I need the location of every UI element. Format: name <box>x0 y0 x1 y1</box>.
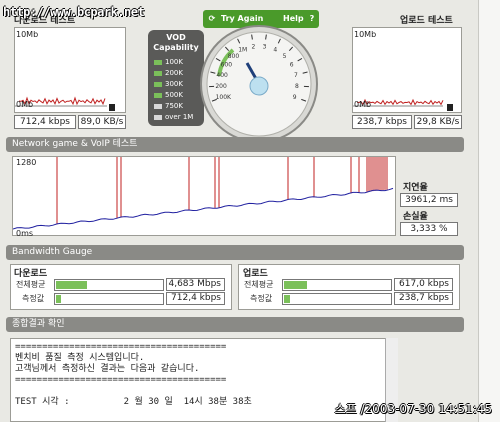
download-kbs-value: 89,0 KB/s <box>78 115 126 129</box>
download-ymin: 0Mb <box>16 100 34 109</box>
ul-avg-fill <box>284 281 307 289</box>
upload-kbs-value: 29,8 KB/s <box>414 115 462 129</box>
dial-tick-label: 200 <box>215 83 227 90</box>
vod-level-indicator <box>154 70 162 76</box>
vod-level-0: 100K <box>154 58 183 67</box>
vod-level-label: over 1M <box>165 113 194 121</box>
vod-level-indicator <box>154 59 162 65</box>
upload-test-header: 업로드 테스트 <box>400 16 453 26</box>
vod-level-label: 100K <box>165 58 183 66</box>
ul-avg-meter <box>282 279 392 291</box>
ul-meas-label: 측정값 <box>250 294 273 303</box>
download-ymax: 10Mb <box>16 30 39 39</box>
upload-ymax: 10Mb <box>354 30 377 39</box>
network-ymax: 1280 <box>16 158 37 167</box>
dl-avg-label: 전체평균 <box>16 280 46 289</box>
result-section-header: 종합결과 확인 <box>6 317 464 332</box>
speed-dial-svg: 100K 200 400 600 8001M 2 3 4567 8 9 <box>200 25 318 143</box>
vod-level-indicator <box>154 103 162 109</box>
dial-tick-label: 4 <box>273 47 277 54</box>
network-graph <box>12 156 396 236</box>
dl-meas-fill <box>56 295 62 303</box>
vod-level-1: 200K <box>154 69 183 78</box>
watermark-url: http://www.bcpark.net <box>3 5 145 19</box>
network-ymin: 0ms <box>16 229 34 238</box>
vod-level-label: 500K <box>165 91 183 99</box>
network-graph-svg <box>12 157 394 230</box>
dial-tick-label: 100K <box>216 94 232 101</box>
dl-avg-fill <box>56 281 88 289</box>
dl-meas-value: 712,4 kbps <box>166 292 225 305</box>
dial-tick-label: 8 <box>295 83 299 90</box>
bandwidth-section-header: Bandwidth Gauge <box>6 245 464 260</box>
ul-avg-label: 전체평균 <box>244 280 274 289</box>
ul-meas-value: 238,7 kbps <box>394 292 453 305</box>
timestamp-overlay: 스프 /2003-07-30 14:51:45 <box>334 402 492 416</box>
ul-avg-value: 617,0 kbps <box>394 278 453 291</box>
vod-level-indicator <box>154 81 162 87</box>
upload-ymin: 0Mb <box>354 100 372 109</box>
dl-avg-meter <box>54 279 164 291</box>
vod-level-label: 200K <box>165 69 183 77</box>
ul-meas-meter <box>282 293 392 305</box>
upload-kbps-value: 238,7 kbps <box>352 115 412 129</box>
speed-dial: 100K 200 400 600 800 1M 2 3 4 5 6 7 8 9 <box>197 6 322 144</box>
dl-avg-value: 4,683 Mbps <box>166 278 225 291</box>
dial-tick-label: 9 <box>293 94 297 101</box>
bw-download-label: 다운로드 <box>14 269 48 279</box>
vod-level-indicator <box>154 114 162 120</box>
loss-label: 손실율 <box>403 212 428 222</box>
vod-level-3: 500K <box>154 91 183 100</box>
dial-tick-label: 7 <box>294 72 298 79</box>
loss-value: 3,333 % <box>400 222 458 236</box>
network-section-header: Network game & VoIP 테스트 <box>6 137 464 152</box>
dial-tick-label: 800 <box>228 53 240 60</box>
page-scrollbar[interactable] <box>478 0 500 422</box>
vod-level-label: 300K <box>165 80 183 88</box>
bw-upload-label: 업로드 <box>243 269 268 279</box>
dl-meas-label: 측정값 <box>22 294 45 303</box>
latency-value: 3961,2 ms <box>400 193 458 207</box>
vod-level-4: 750K <box>154 102 183 111</box>
latency-label: 지연율 <box>403 183 428 193</box>
vod-title: VOD Capability <box>153 33 199 52</box>
ul-meas-fill <box>284 295 291 303</box>
dl-meas-meter <box>54 293 164 305</box>
vod-level-label: 750K <box>165 102 183 110</box>
dial-tick-label: 6 <box>290 62 294 69</box>
dial-tick-label: 3 <box>263 43 267 50</box>
dial-tick-label: 400 <box>216 72 228 79</box>
dial-tick-label: 1M <box>238 47 247 54</box>
vod-level-5: over 1M <box>154 113 193 122</box>
vod-capability-panel: VOD Capability 100K 200K 300K 500K 750K over … <box>148 30 204 126</box>
vod-level-indicator <box>154 92 162 98</box>
download-kbps-value: 712,4 kbps <box>14 115 76 129</box>
dial-tick-label: 600 <box>221 62 233 69</box>
dial-tick-label: 5 <box>283 53 287 60</box>
vod-level-2: 300K <box>154 80 183 89</box>
dial-tick-label: 2 <box>251 43 255 50</box>
